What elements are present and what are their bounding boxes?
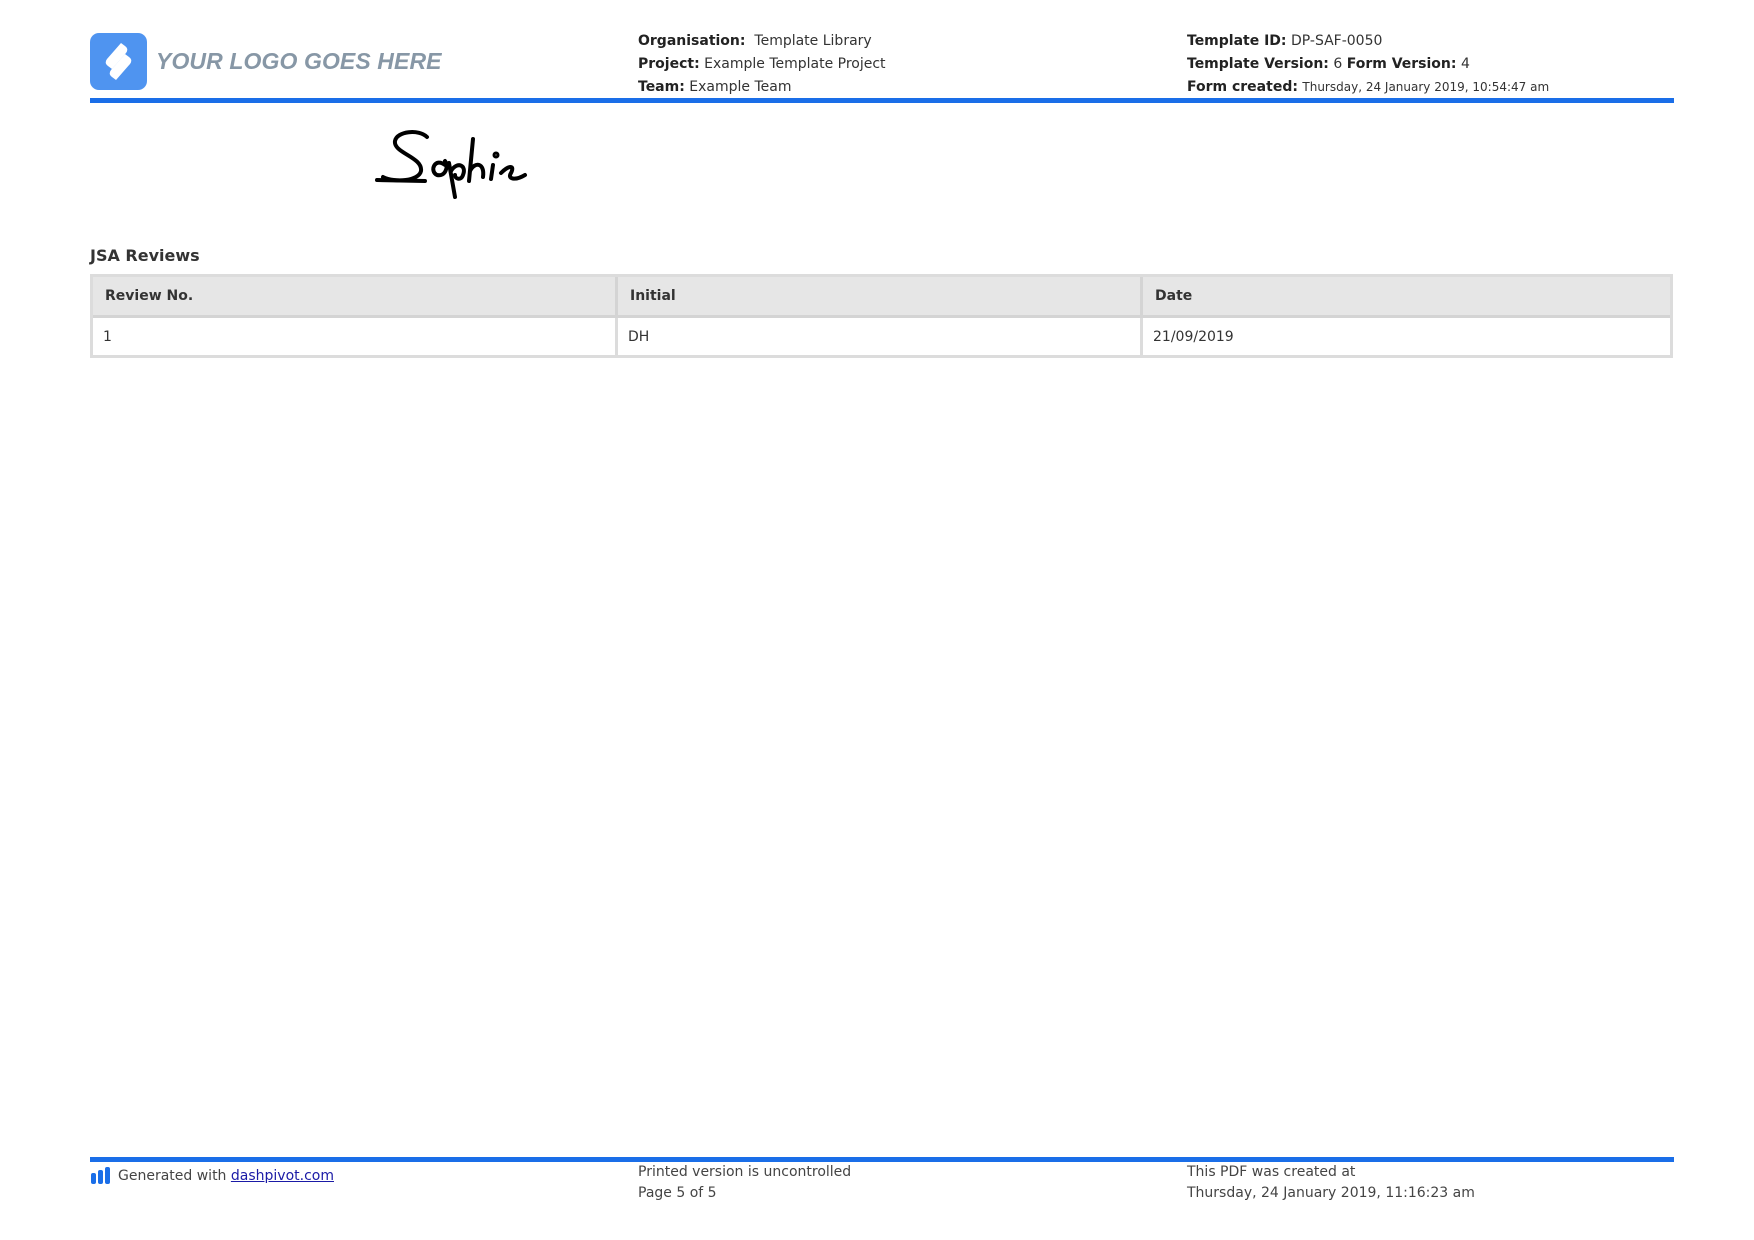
dashpivot-bars-icon — [90, 1166, 113, 1191]
table-row: 1 DH 21/09/2019 — [93, 318, 1670, 355]
generated-prefix: Generated with — [118, 1168, 227, 1184]
team-row: Team: Example Team — [638, 76, 886, 99]
page-footer: Generated with dashpivot.com Printed ver… — [90, 1162, 1674, 1212]
form-version-value: 4 — [1460, 56, 1470, 72]
template-id-label: Template ID: — [1187, 33, 1287, 49]
dashpivot-link[interactable]: dashpivot.com — [231, 1166, 334, 1187]
pdf-created-timestamp: Thursday, 24 January 2019, 11:16:23 am — [1187, 1185, 1475, 1201]
jsa-reviews-table: Review No. Initial Date 1 DH 21/09/2019 — [90, 274, 1673, 358]
pdf-created-info: This PDF was created at Thursday, 24 Jan… — [1187, 1162, 1475, 1204]
page-number: Page 5 of 5 — [638, 1185, 717, 1201]
organisation-value: Template Library — [754, 33, 872, 49]
template-id-row: Template ID: DP-SAF-0050 — [1187, 30, 1549, 53]
uncontrolled-notice: Printed version is uncontrolled — [638, 1164, 852, 1180]
team-label: Team: — [638, 79, 685, 95]
logo-text: YOUR LOGO GOES HERE — [156, 48, 442, 74]
version-row: Template Version: 6 Form Version: 4 — [1187, 53, 1549, 76]
jsa-reviews-title: JSA Reviews — [90, 246, 200, 265]
cell-initial: DH — [618, 318, 1143, 355]
cell-date: 21/09/2019 — [1153, 328, 1234, 345]
cell-review-no: 1 — [93, 318, 618, 355]
organisation-row: Organisation: Template Library — [638, 30, 886, 53]
column-header-initial: Initial — [618, 277, 1143, 318]
form-created-row: Form created: Thursday, 24 January 2019,… — [1187, 76, 1549, 99]
print-info: Printed version is uncontrolled Page 5 o… — [638, 1162, 851, 1204]
form-created-value: Thursday, 24 January 2019, 10:54:47 am — [1302, 80, 1550, 94]
project-info: Organisation: Template Library Project: … — [638, 30, 886, 99]
team-value: Example Team — [689, 79, 792, 95]
project-value: Example Template Project — [704, 56, 886, 72]
generated-with: Generated with dashpivot.com — [90, 1162, 334, 1191]
column-header-date: Date — [1143, 277, 1670, 318]
project-label: Project: — [638, 56, 700, 72]
template-version-value: 6 — [1333, 56, 1343, 72]
column-header-review-no: Review No. — [93, 277, 618, 318]
logo: YOUR LOGO GOES HERE — [90, 33, 442, 90]
form-version-label: Form Version: — [1346, 56, 1457, 72]
page-header: YOUR LOGO GOES HERE Organisation: Templa… — [90, 30, 1674, 100]
template-version-label: Template Version: — [1187, 56, 1329, 72]
project-row: Project: Example Template Project — [638, 53, 886, 76]
template-info: Template ID: DP-SAF-0050 Template Versio… — [1187, 30, 1549, 99]
signature-image — [375, 125, 550, 204]
pdf-created-label: This PDF was created at — [1187, 1164, 1356, 1180]
logo-icon — [90, 33, 147, 90]
header-divider — [90, 98, 1674, 103]
organisation-label: Organisation: — [638, 33, 746, 49]
table-header-row: Review No. Initial Date — [93, 277, 1670, 318]
form-created-label: Form created: — [1187, 79, 1298, 95]
template-id-value: DP-SAF-0050 — [1290, 33, 1383, 49]
